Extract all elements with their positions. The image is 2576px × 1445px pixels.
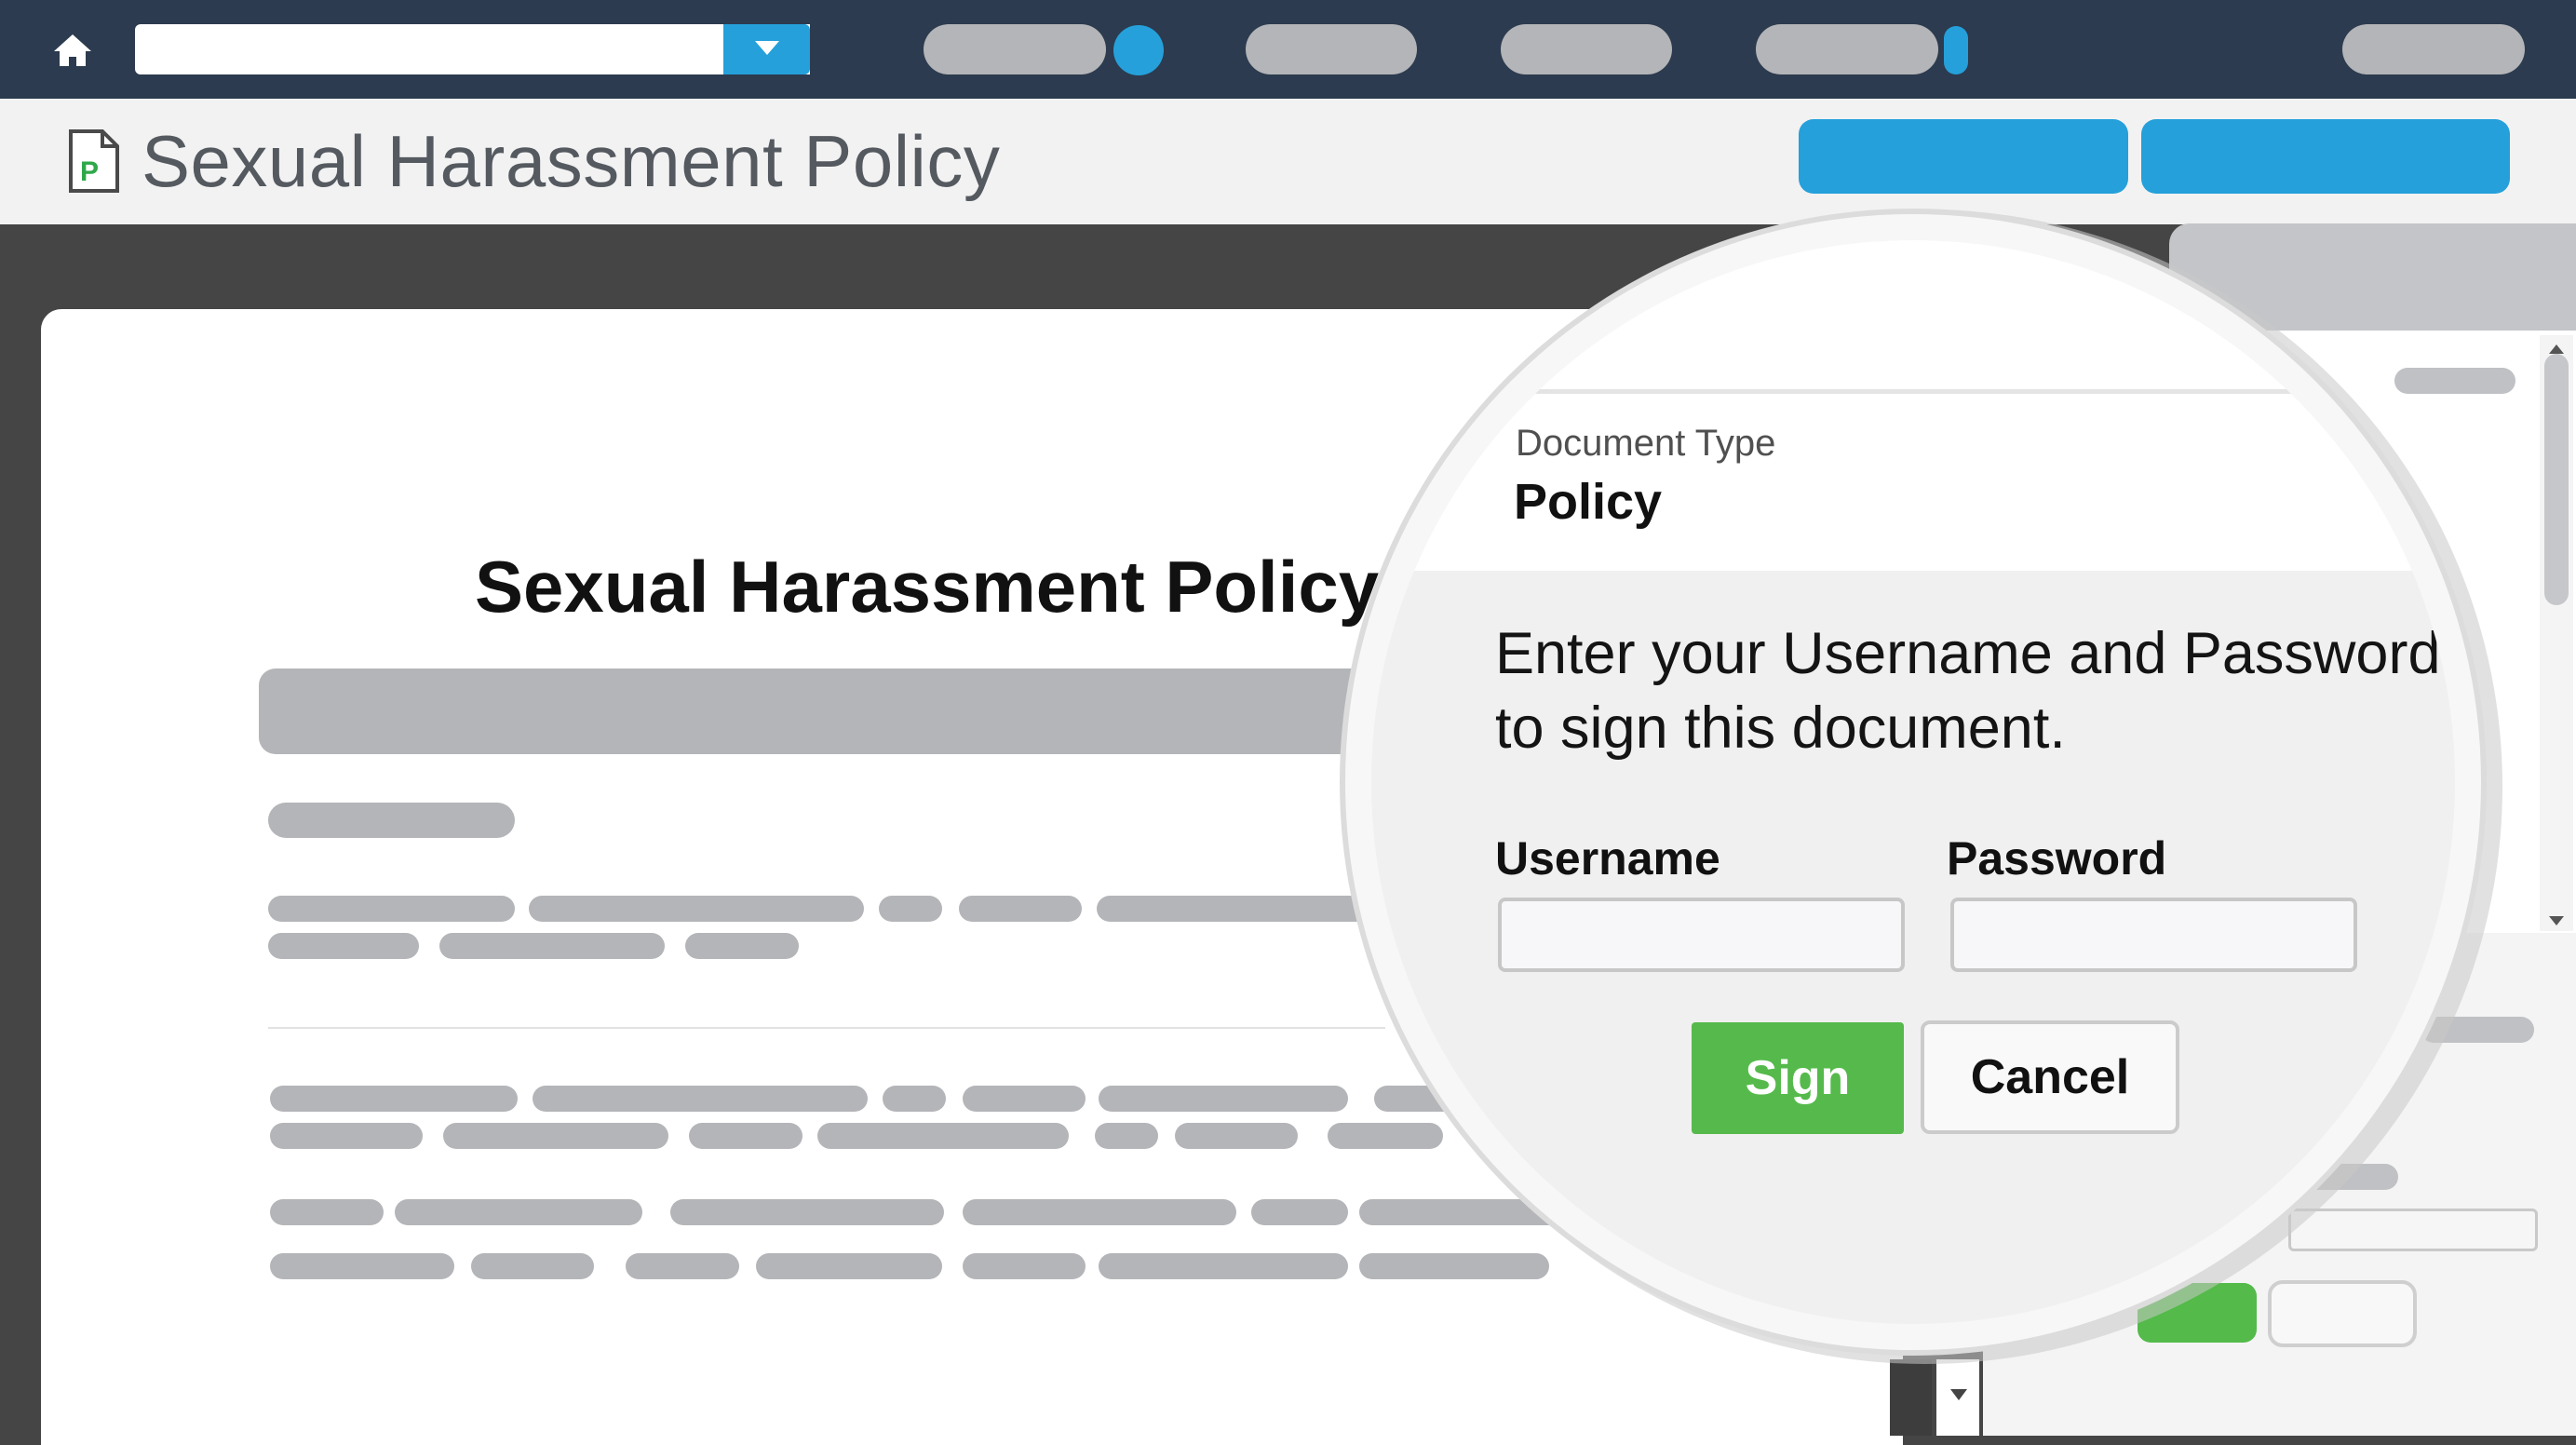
text-line-placeholder — [963, 1199, 1236, 1225]
document-title: Sexual Harassment Policy — [142, 120, 1001, 202]
text-line-placeholder — [1175, 1123, 1298, 1149]
magnifier-lens: Document Type Policy Enter your Username… — [1345, 214, 2481, 1350]
text-line-placeholder — [533, 1086, 868, 1112]
text-line-placeholder — [443, 1123, 668, 1149]
home-icon[interactable] — [52, 33, 93, 68]
sign-button[interactable]: Sign — [1692, 1022, 1904, 1134]
scroll-down-icon[interactable] — [2549, 916, 2564, 927]
document-select-dropdown-button[interactable] — [723, 24, 810, 74]
cancel-button[interactable]: Cancel — [1921, 1020, 2179, 1134]
text-line-placeholder — [268, 933, 419, 959]
text-line-placeholder — [268, 896, 515, 922]
text-line-placeholder — [963, 1253, 1086, 1279]
text-line-placeholder — [685, 933, 799, 959]
document-heading: Sexual Harassment Policy — [475, 546, 1380, 628]
password-label: Password — [1947, 832, 2167, 885]
text-line-placeholder — [817, 1123, 1069, 1149]
text-line-placeholder — [1099, 1253, 1348, 1279]
username-label: Username — [1495, 832, 1720, 885]
text-line-placeholder — [883, 1086, 946, 1112]
side-panel-input[interactable] — [2288, 1209, 2538, 1251]
nav-item-placeholder[interactable] — [1501, 24, 1672, 74]
text-line-placeholder — [439, 933, 665, 959]
text-line-placeholder — [471, 1253, 594, 1279]
password-input[interactable] — [1950, 898, 2357, 972]
text-line-placeholder — [756, 1253, 942, 1279]
text-line-placeholder — [963, 1086, 1086, 1112]
doc-icon-letter: P — [80, 156, 99, 187]
text-line-placeholder — [270, 1199, 384, 1225]
scrollbar-thumb[interactable] — [2544, 354, 2569, 605]
text-line-placeholder — [1328, 1123, 1443, 1149]
document-type-label: Document Type — [1516, 423, 1776, 464]
text-line-placeholder — [1097, 896, 1376, 922]
text-line-placeholder — [270, 1123, 423, 1149]
side-panel-cancel-button[interactable] — [2268, 1280, 2417, 1347]
text-line-placeholder — [670, 1199, 944, 1225]
text-line-placeholder — [959, 896, 1082, 922]
title-action-button[interactable] — [2141, 119, 2510, 194]
nav-item-placeholder[interactable] — [924, 24, 1106, 74]
text-line-placeholder — [1095, 1123, 1158, 1149]
text-line-placeholder — [1359, 1253, 1549, 1279]
text-line-placeholder — [879, 896, 942, 922]
chevron-down-icon — [755, 41, 779, 55]
nav-item-placeholder[interactable] — [1756, 24, 1938, 74]
text-line-placeholder — [529, 896, 864, 922]
sign-instructions-line: to sign this document. — [1495, 695, 2066, 761]
scroll-up-icon[interactable] — [2549, 343, 2564, 354]
text-line-placeholder — [1099, 1086, 1348, 1112]
user-menu-placeholder[interactable] — [2342, 24, 2525, 74]
text-line-placeholder — [1251, 1199, 1348, 1225]
page-scroll-area[interactable] — [1936, 1359, 1979, 1436]
policy-document-icon: P — [69, 129, 119, 193]
nav-item-placeholder[interactable] — [1246, 24, 1417, 74]
username-input[interactable] — [1498, 898, 1905, 972]
text-line-placeholder — [268, 803, 515, 838]
title-action-button[interactable] — [1799, 119, 2128, 194]
text-line-placeholder — [395, 1199, 642, 1225]
status-indicator — [1944, 26, 1968, 74]
text-line-placeholder — [270, 1086, 518, 1112]
text-line-placeholder — [626, 1253, 739, 1279]
document-select[interactable] — [135, 24, 810, 74]
text-line-placeholder — [270, 1253, 454, 1279]
sign-instructions: Enter your Username and Password to sign… — [1495, 616, 2440, 765]
meta-divider — [1511, 389, 2349, 394]
text-line-placeholder — [689, 1123, 802, 1149]
notification-badge[interactable] — [1113, 25, 1164, 75]
document-type-value: Policy — [1514, 474, 1663, 530]
sign-instructions-line: Enter your Username and Password — [1495, 621, 2441, 686]
section-divider — [268, 1027, 1385, 1029]
scroll-down-icon[interactable] — [1950, 1389, 1967, 1401]
page-scroll-gutter — [1890, 1359, 1932, 1436]
